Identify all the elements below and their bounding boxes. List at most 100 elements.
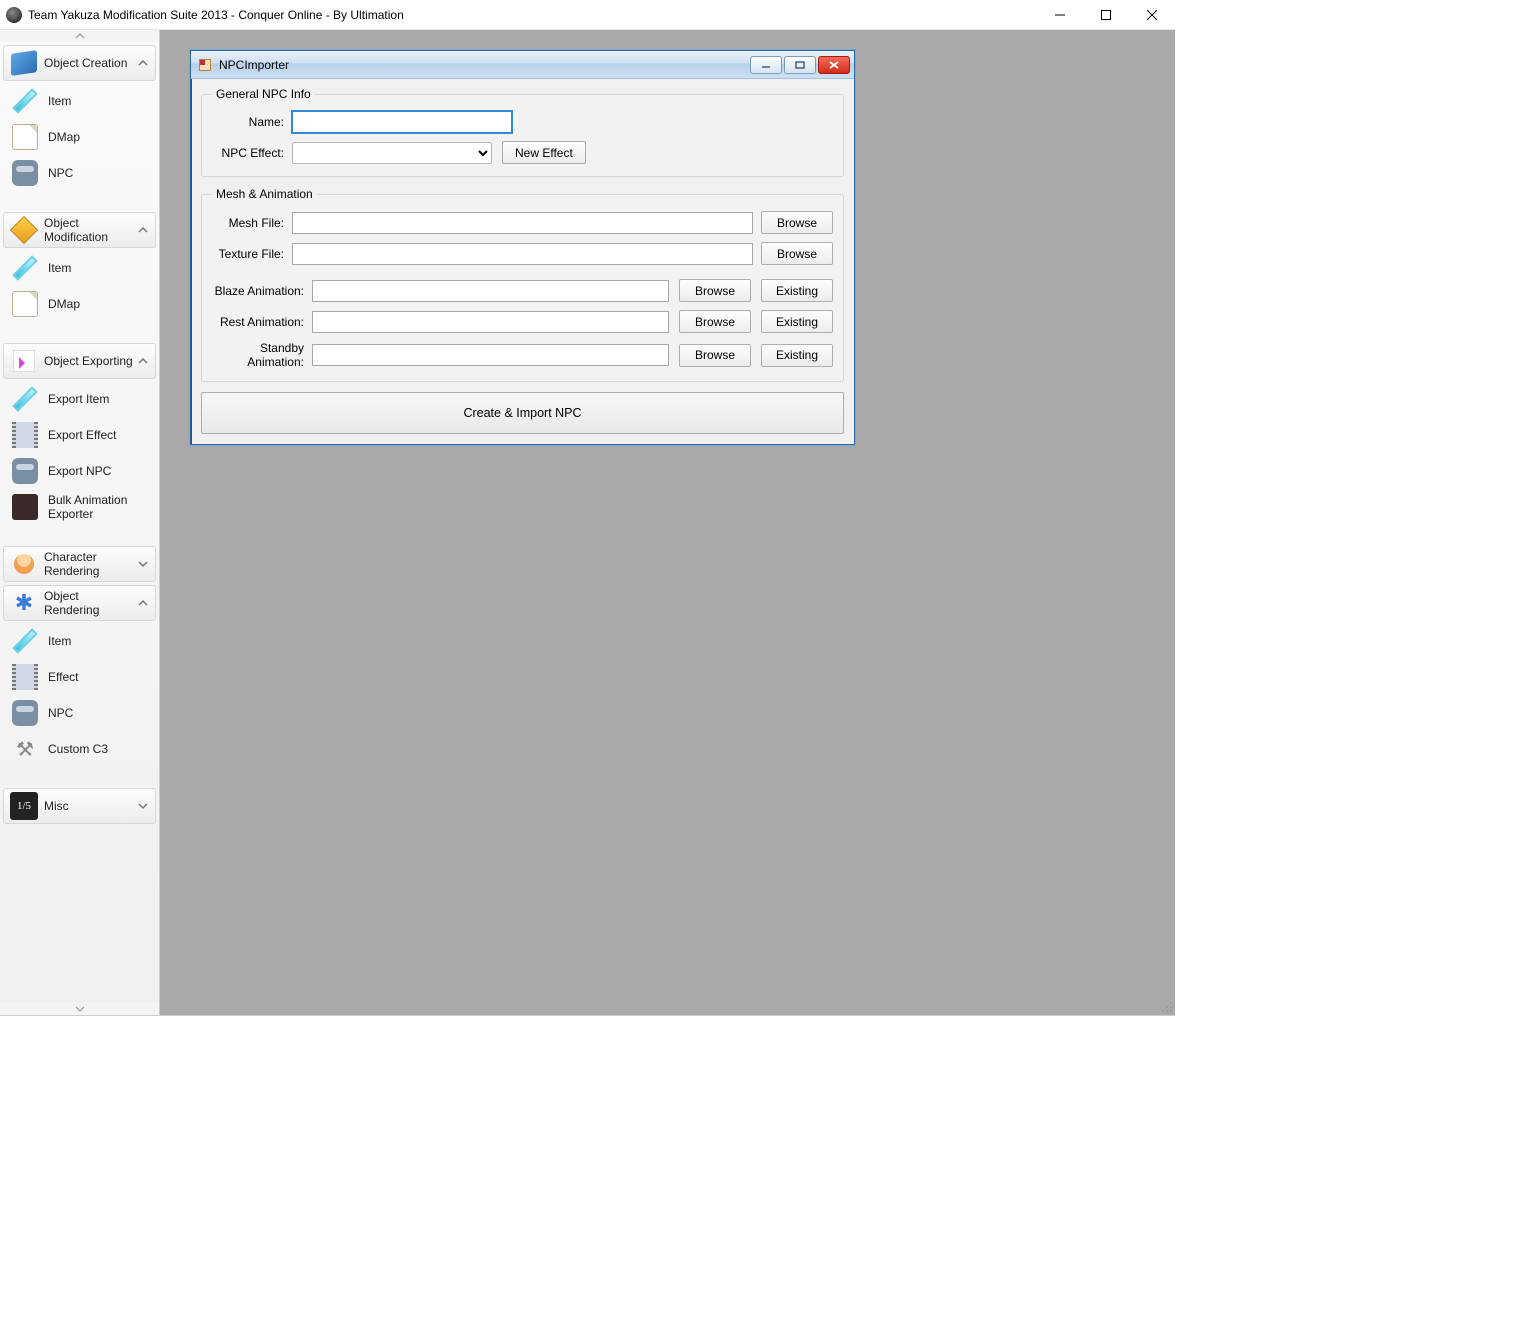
- sidebar-item-label: Export Effect: [48, 428, 116, 442]
- sidebar-scroll-down[interactable]: [0, 1003, 159, 1015]
- film-icon: [10, 662, 40, 692]
- sword-icon: [10, 384, 40, 414]
- mesh-file-input[interactable]: [292, 212, 753, 234]
- sidebar-header-label: Object Creation: [44, 56, 137, 70]
- window-body: Object Creation Item DMap NPC: [0, 30, 1175, 1015]
- window-controls: [1037, 0, 1175, 29]
- group-legend: Mesh & Animation: [212, 187, 317, 201]
- npc-icon: [10, 698, 40, 728]
- dialog-body: General NPC Info Name: NPC Effect: New E…: [191, 79, 854, 444]
- titlebar: Team Yakuza Modification Suite 2013 - Co…: [0, 0, 1175, 30]
- create-import-npc-button[interactable]: Create & Import NPC: [201, 392, 844, 434]
- document-icon: [10, 122, 40, 152]
- resize-grip[interactable]: [1159, 999, 1173, 1013]
- sword-icon: [10, 253, 40, 283]
- group-legend: General NPC Info: [212, 87, 315, 101]
- sidebar-item-custom-c3[interactable]: ⚒ Custom C3: [2, 731, 157, 767]
- close-button[interactable]: [1129, 0, 1175, 29]
- dialog-close-button[interactable]: [818, 56, 850, 74]
- dialog-maximize-button[interactable]: [784, 56, 816, 74]
- sidebar-item-export-item[interactable]: Export Item: [2, 381, 157, 417]
- sidebar-item-item[interactable]: Item: [2, 83, 157, 119]
- chevron-down-icon: [137, 800, 149, 812]
- name-input[interactable]: [292, 111, 512, 133]
- sidebar-item-bulk-animation-exporter[interactable]: Bulk Animation Exporter: [2, 489, 157, 525]
- misc-icon: 1/5: [10, 792, 38, 820]
- standby-animation-label: Standby Animation:: [212, 341, 312, 369]
- npc-icon: [10, 158, 40, 188]
- dialog-minimize-button[interactable]: [750, 56, 782, 74]
- document-icon: [10, 289, 40, 319]
- texture-browse-button[interactable]: Browse: [761, 242, 833, 265]
- rest-animation-input[interactable]: [312, 311, 669, 333]
- pencil-icon: [10, 216, 38, 244]
- dialog-titlebar[interactable]: NPCImporter: [191, 51, 854, 79]
- winforms-icon: [197, 57, 213, 73]
- blaze-animation-input[interactable]: [312, 280, 669, 302]
- sidebar-header-character-rendering[interactable]: Character Rendering: [3, 546, 156, 582]
- sidebar: Object Creation Item DMap NPC: [0, 30, 160, 1015]
- blaze-existing-button[interactable]: Existing: [761, 279, 833, 302]
- blaze-animation-label: Blaze Animation:: [212, 284, 312, 298]
- name-label: Name:: [212, 115, 292, 129]
- sidebar-item-render-effect[interactable]: Effect: [2, 659, 157, 695]
- sidebar-item-dmap[interactable]: DMap: [2, 119, 157, 155]
- dialog-window-controls: [750, 56, 850, 74]
- sidebar-item-mod-item[interactable]: Item: [2, 250, 157, 286]
- sidebar-scroll-up[interactable]: [0, 30, 159, 42]
- mesh-browse-button[interactable]: Browse: [761, 211, 833, 234]
- sidebar-item-npc[interactable]: NPC: [2, 155, 157, 191]
- sidebar-item-label: NPC: [48, 166, 73, 180]
- standby-browse-button[interactable]: Browse: [679, 344, 751, 367]
- texture-file-input[interactable]: [292, 243, 753, 265]
- sidebar-header-label: Object Rendering: [44, 589, 137, 617]
- sidebar-item-label: Item: [48, 94, 71, 108]
- sidebar-item-label: Item: [48, 634, 71, 648]
- maximize-button[interactable]: [1083, 0, 1129, 29]
- npc-icon: [10, 456, 40, 486]
- rest-animation-label: Rest Animation:: [212, 315, 312, 329]
- npc-effect-label: NPC Effect:: [212, 146, 292, 160]
- dialog-title: NPCImporter: [219, 58, 750, 72]
- standby-animation-input[interactable]: [312, 344, 669, 366]
- snowflake-icon: ✱: [10, 589, 38, 617]
- sword-icon: [10, 86, 40, 116]
- app-title: Team Yakuza Modification Suite 2013 - Co…: [28, 8, 1037, 22]
- sidebar-item-label: Export Item: [48, 392, 109, 406]
- sidebar-item-export-effect[interactable]: Export Effect: [2, 417, 157, 453]
- sidebar-item-mod-dmap[interactable]: DMap: [2, 286, 157, 322]
- sidebar-item-label: Bulk Animation Exporter: [48, 493, 151, 521]
- tools-icon: ⚒: [10, 734, 40, 764]
- chevron-up-icon: [137, 224, 149, 236]
- sidebar-item-render-item[interactable]: Item: [2, 623, 157, 659]
- npc-importer-dialog: NPCImporter: [190, 50, 855, 445]
- chevron-up-icon: [137, 597, 149, 609]
- person-icon: [10, 550, 38, 578]
- minimize-button[interactable]: [1037, 0, 1083, 29]
- sword-icon: [10, 626, 40, 656]
- chevron-up-icon: [137, 355, 149, 367]
- standby-existing-button[interactable]: Existing: [761, 344, 833, 367]
- sidebar-header-object-modification[interactable]: Object Modification: [3, 212, 156, 248]
- sidebar-header-object-exporting[interactable]: Object Exporting: [3, 343, 156, 379]
- mdi-client-area: NPCImporter: [160, 30, 1175, 1015]
- map-icon: [10, 49, 38, 77]
- clapperboard-icon: [10, 492, 40, 522]
- sidebar-header-object-creation[interactable]: Object Creation: [3, 45, 156, 81]
- sidebar-header-misc[interactable]: 1/5 Misc: [3, 788, 156, 824]
- sidebar-content: Object Creation Item DMap NPC: [0, 42, 159, 1003]
- sidebar-item-label: Custom C3: [48, 742, 108, 756]
- group-general-npc-info: General NPC Info Name: NPC Effect: New E…: [201, 87, 844, 177]
- sidebar-item-render-npc[interactable]: NPC: [2, 695, 157, 731]
- new-effect-button[interactable]: New Effect: [502, 141, 586, 164]
- sidebar-header-label: Object Exporting: [44, 354, 137, 368]
- rest-existing-button[interactable]: Existing: [761, 310, 833, 333]
- sidebar-item-label: DMap: [48, 297, 80, 311]
- chevron-down-icon: [137, 558, 149, 570]
- sidebar-header-object-rendering[interactable]: ✱ Object Rendering: [3, 585, 156, 621]
- sidebar-item-export-npc[interactable]: Export NPC: [2, 453, 157, 489]
- sidebar-header-label: Object Modification: [44, 216, 137, 244]
- rest-browse-button[interactable]: Browse: [679, 310, 751, 333]
- npc-effect-select[interactable]: [292, 142, 492, 164]
- blaze-browse-button[interactable]: Browse: [679, 279, 751, 302]
